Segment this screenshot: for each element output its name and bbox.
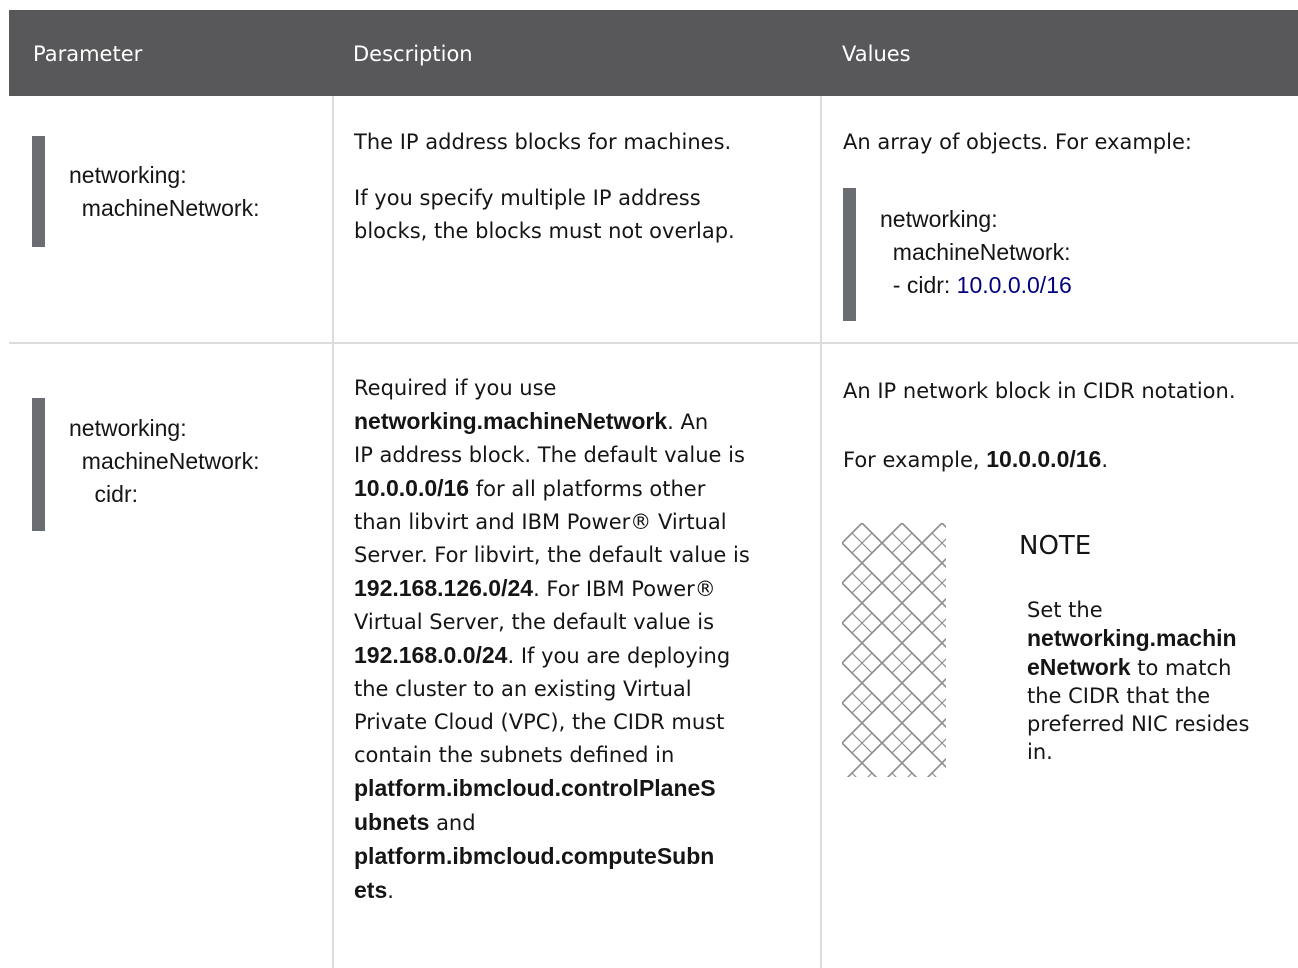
column-divider xyxy=(820,96,822,968)
text: for all platforms other xyxy=(469,477,706,501)
text-line: Set the xyxy=(1027,598,1103,622)
description-line: 192.168.126.0/24. For IBM Power® xyxy=(354,572,814,606)
description-line: platform.ibmcloud.computeSubn xyxy=(354,840,814,874)
bold-text: 10.0.0.0/16 xyxy=(354,475,470,501)
values-paragraph: An IP network block in CIDR notation. xyxy=(843,379,1236,403)
text: the cluster to an existing Virtual xyxy=(354,677,692,701)
code-line: - cidr: xyxy=(880,272,957,298)
description-paragraph: If you specify multiple IP address blocks… xyxy=(354,182,804,248)
description-line: Server. For libvirt, the default value i… xyxy=(354,539,814,572)
column-header-description: Description xyxy=(353,42,473,66)
column-header-parameter: Parameter xyxy=(33,42,143,66)
text: to match xyxy=(1130,656,1232,680)
description-line: the cluster to an existing Virtual xyxy=(354,673,814,706)
description-line: ubnets and xyxy=(354,806,814,840)
description-cell: Required if you use networking.machineNet… xyxy=(354,372,814,908)
table-header: Parameter Description Values xyxy=(9,10,1298,96)
text-line: in. xyxy=(1027,740,1053,764)
parameters-table: Parameter Description Values networking:… xyxy=(9,10,1298,968)
code-line: cidr: xyxy=(69,481,139,507)
note-title: NOTE xyxy=(1019,531,1092,561)
description-paragraph: The IP address blocks for machines. xyxy=(354,130,732,154)
code-line: machineNetwork: xyxy=(69,448,260,474)
bold-text: ets xyxy=(354,877,388,903)
code-block-bar xyxy=(32,136,45,247)
code-block-bar xyxy=(843,188,856,321)
description-line: contain the subnets defined in xyxy=(354,739,814,772)
description-line: 192.168.0.0/24. If you are deploying xyxy=(354,639,814,673)
code-line: networking: xyxy=(69,162,187,188)
column-header-values: Values xyxy=(842,42,911,66)
text: contain the subnets defined in xyxy=(354,743,675,767)
code-line: machineNetwork: xyxy=(880,239,1071,265)
text: Server. For libvirt, the default value i… xyxy=(354,543,750,567)
bold-text: networking.machineNetwork xyxy=(354,408,668,434)
bold-text: networking.machin xyxy=(1027,625,1237,651)
text: For example, xyxy=(843,448,987,472)
code-number: 10.0.0.0/16 xyxy=(956,272,1072,298)
note-pattern-icon xyxy=(842,523,946,777)
description-line: Virtual Server, the default value is xyxy=(354,606,814,639)
text: Private Cloud (VPC), the CIDR must xyxy=(354,710,725,734)
description-line: than libvirt and IBM Power® Virtual xyxy=(354,506,814,539)
values-paragraph: For example, 10.0.0.0/16. xyxy=(843,443,1293,477)
code-block-bar xyxy=(32,398,45,531)
values-code-example: networking: machineNetwork: - cidr: 10.0… xyxy=(880,203,1072,302)
text: than libvirt and IBM Power® Virtual xyxy=(354,510,727,534)
description-cell: The IP address blocks for machines. If y… xyxy=(354,126,804,248)
text-line: the CIDR that the xyxy=(1027,684,1211,708)
row-divider xyxy=(9,342,1298,344)
description-line: platform.ibmcloud.controlPlaneS xyxy=(354,772,814,806)
values-intro: An array of objects. For example: xyxy=(843,130,1192,154)
text: and xyxy=(429,811,476,835)
text: . If you are deploying xyxy=(507,644,731,668)
bold-text: ubnets xyxy=(354,809,430,835)
parameter-code: networking: machineNetwork: cidr: xyxy=(69,412,259,511)
description-line: ets. xyxy=(354,874,814,908)
text-line: If you specify multiple IP address xyxy=(354,186,701,210)
code-line: networking: xyxy=(880,206,998,232)
bold-text: platform.ibmcloud.computeSubn xyxy=(354,843,715,869)
text-line: blocks, the blocks must not overlap. xyxy=(354,219,735,243)
description-line: 10.0.0.0/16 for all platforms other xyxy=(354,472,814,506)
code-line: networking: xyxy=(69,415,187,441)
bold-text: platform.ibmcloud.controlPlaneS xyxy=(354,775,716,801)
bold-text: 192.168.0.0/24 xyxy=(354,642,508,668)
text: . xyxy=(1101,448,1109,472)
text: . For IBM Power® xyxy=(533,577,716,601)
bold-value: 10.0.0.0/16 xyxy=(986,446,1102,472)
description-line: Private Cloud (VPC), the CIDR must xyxy=(354,706,814,739)
note-body: Set the networking.machin eNetwork to ma… xyxy=(1027,596,1289,766)
column-divider xyxy=(332,96,334,968)
text-line: preferred NIC resides xyxy=(1027,712,1250,736)
text: Virtual Server, the default value is xyxy=(354,610,715,634)
description-line: Required if you use xyxy=(354,372,814,405)
bold-text: eNetwork xyxy=(1027,654,1131,680)
description-line: networking.machineNetwork. An xyxy=(354,405,814,439)
text: IP address block. The default value is xyxy=(354,443,745,467)
parameter-code: networking: machineNetwork: xyxy=(69,159,259,225)
bold-text: 192.168.126.0/24 xyxy=(354,575,534,601)
code-line: machineNetwork: xyxy=(69,195,260,221)
description-line: IP address block. The default value is xyxy=(354,439,814,472)
text: Required if you use xyxy=(354,376,557,400)
text: . xyxy=(387,879,394,903)
text: . An xyxy=(667,410,709,434)
